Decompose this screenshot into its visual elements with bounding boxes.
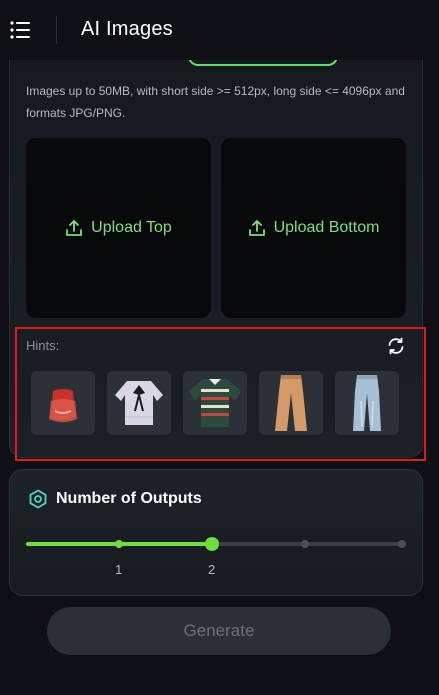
upload-requirements-text: Images up to 50MB, with short side >= 51…	[26, 84, 405, 120]
header-divider	[56, 16, 57, 44]
page-title: AI Images	[81, 18, 173, 40]
outputs-title: Number of Outputs	[56, 490, 202, 507]
menu-icon[interactable]	[10, 20, 32, 40]
slider-tick-label: 1	[115, 562, 123, 577]
hint-light-wash-jeans[interactable]	[335, 371, 399, 435]
upload-top-label: Upload Top	[91, 219, 172, 236]
upload-icon	[248, 219, 266, 237]
upload-bottom-label: Upload Bottom	[273, 219, 380, 236]
slider-step-4[interactable]	[398, 540, 406, 548]
refresh-icon[interactable]	[386, 336, 406, 356]
upload-bottom-button[interactable]: Upload Bottom	[221, 138, 406, 318]
upload-top-button[interactable]: Upload Top	[26, 138, 211, 318]
hint-white-bow-blouse[interactable]	[107, 371, 171, 435]
slider-step-3[interactable]	[301, 540, 309, 548]
hint-striped-rugby-shirt[interactable]	[183, 371, 247, 435]
slider-tick-label: 2	[208, 562, 216, 577]
top-bar: AI Images	[0, 0, 439, 60]
hexagon-icon	[28, 489, 48, 509]
hint-red-fur-top[interactable]	[31, 371, 95, 435]
slider-step-1[interactable]	[115, 540, 123, 548]
hints-label: Hints:	[26, 338, 60, 353]
upload-icon	[65, 219, 83, 237]
hint-tan-flared-pants[interactable]	[259, 371, 323, 435]
generate-button[interactable]: Generate	[47, 607, 391, 655]
outputs-slider-thumb[interactable]	[205, 537, 219, 551]
outputs-card	[9, 469, 423, 596]
